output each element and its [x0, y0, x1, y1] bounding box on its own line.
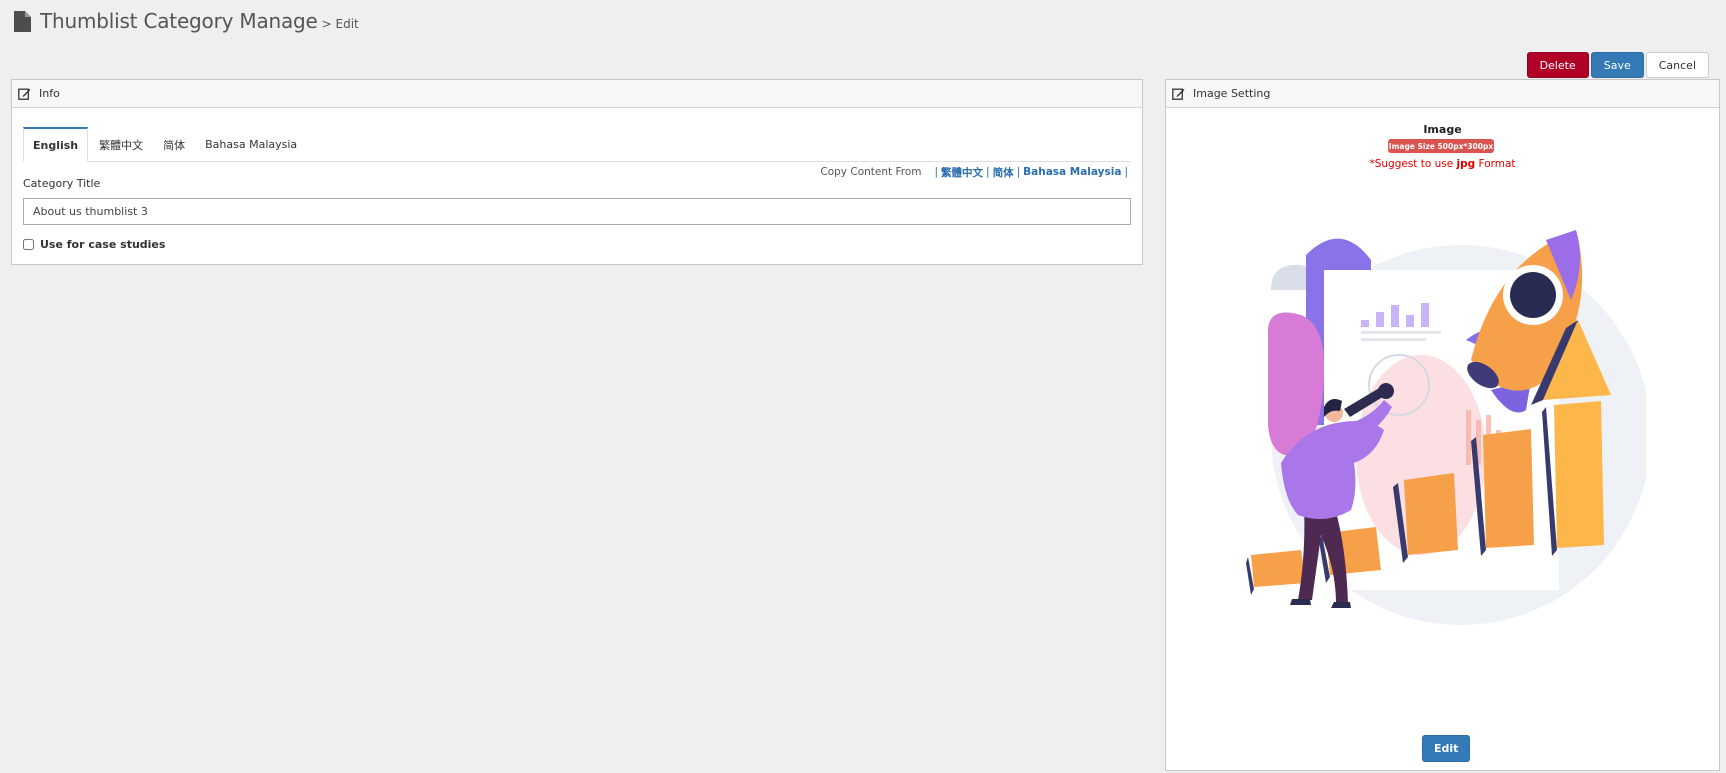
case-studies-checkbox[interactable]: [23, 239, 34, 250]
case-studies-label: Use for case studies: [40, 238, 166, 251]
action-toolbar: Delete Save Cancel: [1526, 52, 1709, 78]
separator: |: [1124, 166, 1128, 178]
suggest-format: jpg: [1456, 158, 1476, 170]
separator: |: [986, 166, 990, 178]
image-panel-title: Image Setting: [1193, 87, 1271, 100]
tab-traditional-chinese[interactable]: 繁體中文: [90, 127, 152, 162]
image-setting-panel: Image Setting Image Image Size 500px*300…: [1165, 79, 1720, 771]
tab-bahasa-malaysia[interactable]: Bahasa Malaysia: [196, 127, 306, 162]
category-title-input[interactable]: [23, 198, 1131, 225]
delete-button[interactable]: Delete: [1526, 52, 1589, 78]
cancel-button[interactable]: Cancel: [1645, 52, 1709, 78]
copy-from-simplified-chinese-link[interactable]: 简体: [993, 165, 1014, 180]
info-panel-title: Info: [39, 87, 60, 100]
suggest-prefix: *Suggest to use: [1369, 158, 1457, 170]
format-suggestion: *Suggest to use jpg Format: [1166, 158, 1719, 170]
document-icon: [14, 10, 31, 32]
info-panel-heading: Info: [12, 80, 1142, 108]
tab-english[interactable]: English: [23, 127, 89, 162]
separator: |: [934, 166, 939, 178]
edit-icon: [1172, 88, 1185, 100]
suggest-suffix: Format: [1475, 158, 1516, 170]
copy-from-bahasa-malaysia-link[interactable]: Bahasa Malaysia: [1023, 166, 1121, 178]
edit-image-button[interactable]: Edit: [1422, 735, 1471, 762]
breadcrumb: > Edit: [321, 17, 359, 31]
page-header: Thumblist Category Manage > Edit: [14, 6, 359, 36]
tab-simplified-chinese[interactable]: 简体: [154, 127, 194, 162]
copy-from-traditional-chinese-link[interactable]: 繁體中文: [941, 165, 983, 180]
edit-icon: [18, 88, 31, 100]
copy-content-label: Copy Content From: [820, 166, 922, 178]
case-studies-row: Use for case studies: [23, 238, 165, 251]
category-title-label: Category Title: [23, 177, 101, 190]
info-panel: Info English 繁體中文 简体 Bahasa Malaysia Cop…: [11, 79, 1143, 265]
image-panel-heading: Image Setting: [1166, 80, 1719, 108]
image-label: Image: [1423, 123, 1462, 136]
separator: |: [1016, 166, 1021, 178]
copy-content-row: Copy Content From | 繁體中文 | 简体 | Bahasa M…: [820, 162, 1131, 182]
save-button[interactable]: Save: [1590, 52, 1644, 78]
page-title: Thumblist Category Manage: [40, 9, 318, 33]
image-size-badge: Image Size 500px*300px: [1388, 139, 1494, 153]
language-tabs: English 繁體中文 简体 Bahasa Malaysia: [23, 127, 1131, 162]
preview-image: [1246, 230, 1646, 625]
